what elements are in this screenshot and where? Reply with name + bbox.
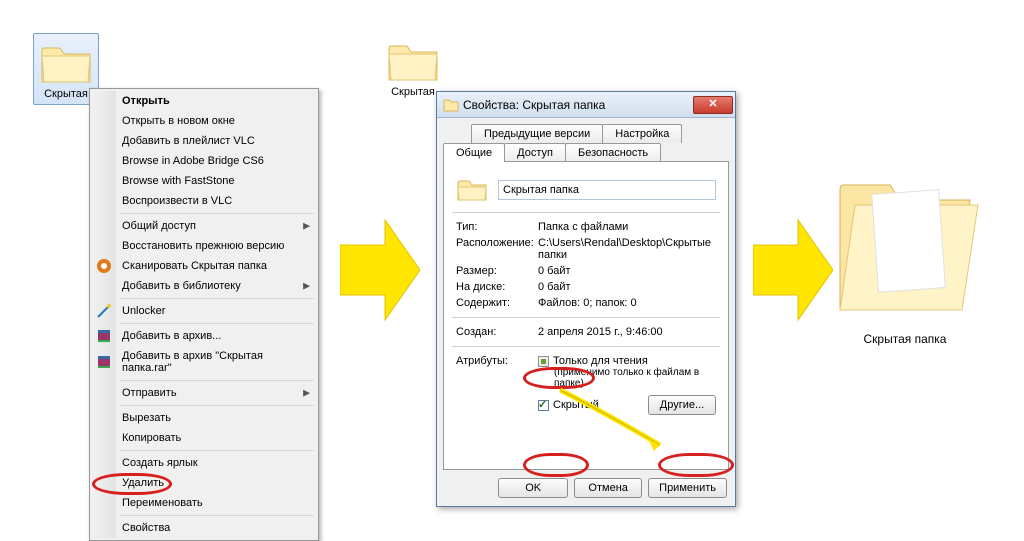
scan-icon (96, 258, 112, 274)
tab-sharing[interactable]: Доступ (504, 143, 566, 162)
value-contains: Файлов: 0; папок: 0 (538, 297, 716, 309)
readonly-checkbox[interactable] (538, 356, 549, 367)
readonly-row[interactable]: Только для чтения (применимо только к фа… (538, 355, 716, 389)
label-contains: Содержит: (456, 297, 538, 309)
label-attributes: Атрибуты: (456, 355, 538, 415)
folder-middle[interactable]: Скрытая (385, 36, 441, 98)
hidden-checkbox[interactable] (538, 400, 549, 411)
value-size: 0 байт (538, 265, 716, 277)
folder-icon (443, 97, 459, 113)
menu-open[interactable]: Открыть (92, 91, 316, 111)
rar-icon (96, 328, 112, 344)
chevron-right-icon: ▶ (303, 281, 310, 292)
readonly-subtext: (применимо только к файлам в папке) (554, 367, 716, 389)
folder-left-label: Скрытая (38, 88, 94, 100)
tab-previous-versions[interactable]: Предыдущие версии (471, 124, 603, 143)
menu-play-vlc[interactable]: Воспроизвести в VLC (92, 191, 316, 211)
value-type: Папка с файлами (538, 221, 716, 233)
folder-name-input[interactable] (498, 180, 716, 200)
menu-properties[interactable]: Свойства (92, 518, 316, 538)
chevron-right-icon: ▶ (303, 221, 310, 232)
dialog-title: Свойства: Скрытая папка (463, 98, 693, 112)
tab-security[interactable]: Безопасность (565, 143, 661, 162)
menu-rename[interactable]: Переименовать (92, 493, 316, 513)
other-attributes-button[interactable]: Другие... (648, 395, 716, 415)
open-folder-icon (830, 150, 980, 330)
rar-icon (96, 354, 112, 370)
menu-browse-bridge[interactable]: Browse in Adobe Bridge CS6 (92, 151, 316, 171)
hidden-row[interactable]: Скрытый (538, 399, 599, 411)
tab-customize[interactable]: Настройка (602, 124, 682, 143)
menu-restore-previous[interactable]: Восстановить прежнюю версию (92, 236, 316, 256)
tab-panel-general: Тип:Папка с файлами Расположение:C:\User… (443, 161, 729, 470)
value-created: 2 апреля 2015 г., 9:46:00 (538, 326, 716, 338)
label-size: Размер: (456, 265, 538, 277)
ok-button[interactable]: OK (498, 478, 568, 498)
menu-delete[interactable]: Удалить (92, 473, 316, 493)
label-type: Тип: (456, 221, 538, 233)
menu-add-archive[interactable]: Добавить в архив... (92, 326, 316, 346)
label-location: Расположение: (456, 237, 538, 261)
menu-copy[interactable]: Копировать (92, 428, 316, 448)
folder-middle-label: Скрытая (385, 86, 441, 98)
cancel-button[interactable]: Отмена (574, 478, 642, 498)
properties-dialog: Свойства: Скрытая папка ✕ Предыдущие вер… (436, 91, 736, 507)
menu-add-library[interactable]: Добавить в библиотеку▶ (92, 276, 316, 296)
folder-icon (456, 176, 488, 204)
folder-right-label: Скрытая папка (830, 332, 980, 346)
title-bar[interactable]: Свойства: Скрытая папка ✕ (437, 92, 735, 118)
value-disk: 0 байт (538, 281, 716, 293)
folder-icon (38, 38, 94, 86)
label-created: Создан: (456, 326, 538, 338)
value-location: C:\Users\Rendal\Desktop\Скрытые папки (538, 237, 716, 261)
folder-icon (385, 36, 441, 84)
menu-open-new-window[interactable]: Открыть в новом окне (92, 111, 316, 131)
menu-create-shortcut[interactable]: Создать ярлык (92, 453, 316, 473)
label-disk: На диске: (456, 281, 538, 293)
menu-browse-faststone[interactable]: Browse with FastStone (92, 171, 316, 191)
tab-general[interactable]: Общие (443, 143, 505, 162)
arrow-step-2 (753, 210, 833, 330)
menu-add-vlc-playlist[interactable]: Добавить в плейлист VLC (92, 131, 316, 151)
menu-send-to[interactable]: Отправить▶ (92, 383, 316, 403)
context-menu: Открыть Открыть в новом окне Добавить в … (89, 88, 319, 541)
menu-cut[interactable]: Вырезать (92, 408, 316, 428)
close-button[interactable]: ✕ (693, 96, 733, 114)
menu-sharing[interactable]: Общий доступ▶ (92, 216, 316, 236)
apply-button[interactable]: Применить (648, 478, 727, 498)
menu-add-archive-named[interactable]: Добавить в архив "Скрытая папка.rar" (92, 346, 316, 378)
menu-scan[interactable]: Сканировать Скрытая папка (92, 256, 316, 276)
chevron-right-icon: ▶ (303, 388, 310, 399)
menu-unlocker[interactable]: Unlocker (92, 301, 316, 321)
arrow-step-1 (340, 210, 420, 330)
folder-right[interactable]: Скрытая папка (830, 150, 980, 346)
wand-icon (96, 303, 112, 319)
